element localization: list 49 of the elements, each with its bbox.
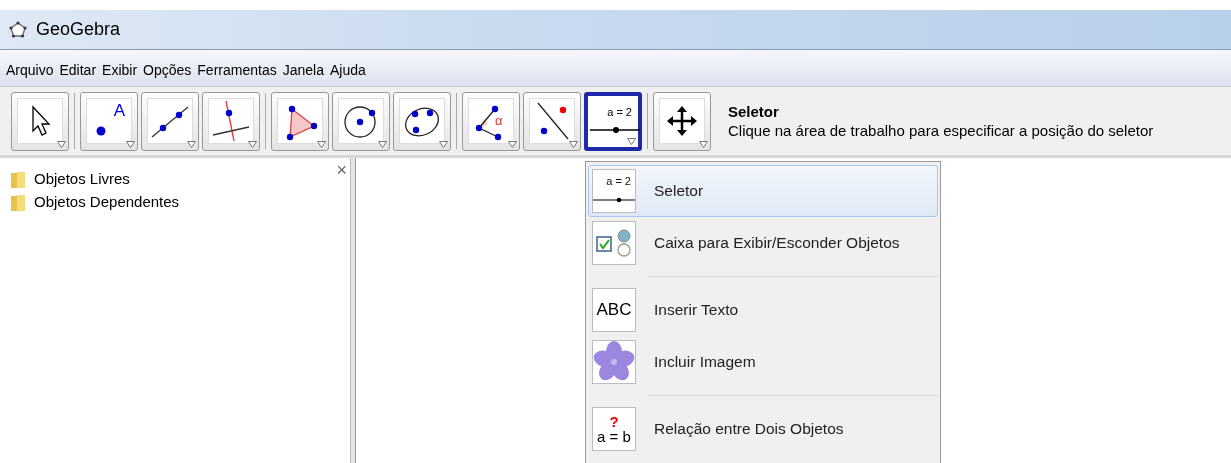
tool-button[interactable]: [332, 91, 390, 151]
tool-button[interactable]: [523, 91, 581, 151]
dropdown-triangle-icon: [57, 140, 66, 148]
tool-button[interactable]: [141, 91, 199, 151]
menu-option[interactable]: ? a = b Relação entre Dois Objetos: [588, 403, 938, 455]
window-title: GeoGebra: [36, 18, 121, 41]
tree-item[interactable]: Objetos Dependentes: [34, 191, 180, 214]
menu-item[interactable]: Arquivo: [6, 60, 54, 81]
tool-button[interactable]: [202, 91, 260, 151]
perpendicular-line-icon: [211, 101, 251, 141]
dropdown-triangle-icon: [248, 140, 257, 148]
menu-item[interactable]: Janela: [282, 60, 324, 81]
checkbox-toggle-icon: [592, 221, 636, 265]
tool-button[interactable]: [11, 91, 69, 151]
flower-icon: [592, 340, 636, 384]
tool-button[interactable]: A: [80, 91, 138, 151]
tool-button[interactable]: [653, 91, 711, 151]
relation-icon: ? a = b: [592, 407, 636, 451]
text-icon: ABC: [592, 288, 636, 332]
folder-icon: [10, 193, 28, 212]
menu-option[interactable]: ABC Inserir Texto: [588, 284, 938, 336]
menu-item[interactable]: Editar: [59, 60, 97, 81]
pentagon-logo-icon: [8, 19, 28, 40]
menu-item[interactable]: Ajuda: [329, 60, 366, 81]
tool-button[interactable]: α: [462, 91, 520, 151]
dropdown-triangle-icon: [508, 140, 517, 148]
tool-help-text: Clique na área de trabalho para especificar a posição do seletor: [728, 121, 1154, 140]
dropdown-triangle-icon: [439, 140, 448, 148]
dropdown-triangle-icon: [187, 140, 196, 148]
dropdown-triangle-icon: [317, 140, 326, 148]
slider-icon: a = 2: [592, 169, 636, 213]
dropdown-triangle-icon: [569, 140, 578, 148]
dropdown-triangle-icon: [378, 140, 387, 148]
dropdown-triangle-icon: [126, 140, 135, 148]
menu-item[interactable]: Exibir: [102, 60, 138, 81]
tool-button[interactable]: a = 2: [584, 91, 642, 151]
menu-option[interactable]: Caixa para Exibir/Esconder Objetos: [588, 217, 938, 269]
menu-item[interactable]: Opções: [143, 60, 192, 81]
folder-icon: [10, 170, 28, 189]
tree-item[interactable]: Objetos Livres: [34, 168, 130, 191]
tool-button[interactable]: [393, 91, 451, 151]
close-icon[interactable]: ×: [336, 161, 347, 179]
tool-button[interactable]: [271, 91, 329, 151]
dropdown-triangle-icon: [627, 137, 636, 145]
dropdown-triangle-icon: [699, 140, 708, 148]
menu-item[interactable]: Ferramentas: [197, 60, 277, 81]
menu-option[interactable]: a = 2 Seletor: [588, 165, 938, 217]
tool-help-title: Seletor: [728, 102, 780, 121]
menu-option[interactable]: Incluir Imagem: [588, 336, 938, 388]
